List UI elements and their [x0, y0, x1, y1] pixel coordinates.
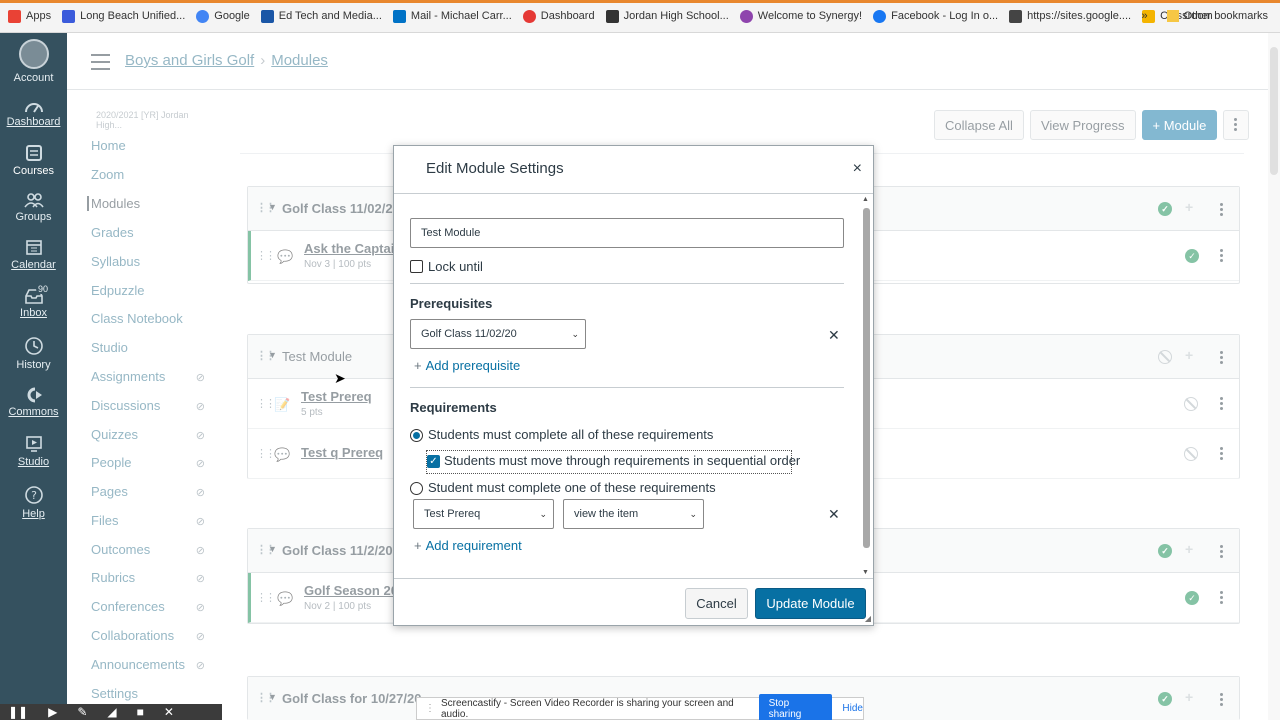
- facebook-icon: [873, 9, 887, 23]
- prerequisite-select-value: Golf Class 11/02/20: [421, 328, 517, 340]
- bookmarks-bar: Apps Long Beach Unified... Google Ed Tec…: [0, 0, 1280, 33]
- bookmark-mail[interactable]: Mail - Michael Carr...: [392, 9, 512, 23]
- dialog-scrollbar[interactable]: ▲ ▼: [860, 196, 872, 576]
- nav-courses[interactable]: Courses: [0, 144, 67, 177]
- nav-commons[interactable]: Commons: [0, 387, 67, 418]
- groups-icon: [23, 193, 44, 208]
- bookmark-google[interactable]: Google: [196, 9, 250, 23]
- dialog-title: Edit Module Settings: [426, 160, 564, 177]
- bookmark-jordan[interactable]: Jordan High School...: [605, 9, 729, 23]
- bookmark-synergy[interactable]: Welcome to Synergy!: [739, 9, 862, 23]
- sites-icon: [1009, 9, 1023, 23]
- complete-all-label: Students must complete all of these requ…: [428, 427, 714, 442]
- screencastify-message: Screencastify - Screen Video Recorder is…: [441, 697, 734, 720]
- cancel-button[interactable]: Cancel: [685, 588, 748, 619]
- plus-icon: +: [414, 358, 422, 373]
- chevron-down-icon: ⌄: [571, 329, 579, 339]
- dialog-footer-divider: [394, 578, 873, 579]
- requirement-type-value: view the item: [574, 508, 639, 520]
- canvas-icon: [522, 9, 536, 23]
- recorder-controls: ❚❚ ▶ ✎ ◢ ■ ✕: [0, 704, 222, 720]
- bookmark-sites[interactable]: https://sites.google....: [1009, 9, 1131, 23]
- camera-icon[interactable]: ■: [137, 705, 144, 719]
- avatar: [18, 39, 49, 69]
- history-clock-icon: [24, 337, 43, 355]
- remove-requirement-close-icon[interactable]: ✕: [828, 506, 840, 523]
- update-module-button[interactable]: Update Module: [755, 588, 866, 619]
- inbox-count-badge: 90: [36, 284, 51, 294]
- dialog-body: Test Module Lock until Prerequisites Gol…: [394, 194, 860, 578]
- edtech-icon: [260, 9, 274, 23]
- google-icon: [196, 9, 210, 23]
- prerequisite-select[interactable]: Golf Class 11/02/20 ⌄: [410, 319, 586, 349]
- courses-book-icon: [25, 145, 42, 161]
- lbusd-icon: [62, 9, 76, 23]
- sequential-order-label: Students must move through requirements …: [444, 453, 801, 468]
- bookmark-dashboard[interactable]: Dashboard: [522, 9, 595, 23]
- prerequisites-heading: Prerequisites: [410, 296, 493, 311]
- dialog-scrollbar-thumb[interactable]: [863, 208, 870, 548]
- synergy-icon: [739, 9, 753, 23]
- chevron-down-icon: ⌄: [539, 509, 547, 519]
- complete-one-label: Student must complete one of these requi…: [428, 480, 716, 495]
- lock-until-checkbox[interactable]: [410, 260, 423, 273]
- pause-icon[interactable]: ❚❚: [8, 705, 28, 719]
- stop-sharing-button[interactable]: Stop sharing: [758, 693, 833, 720]
- chevron-down-icon: ⌄: [689, 509, 697, 519]
- help-icon: ?: [24, 486, 43, 504]
- add-requirement-link[interactable]: + Add requirement: [414, 538, 522, 553]
- section-divider: [410, 283, 844, 284]
- close-recorder-icon[interactable]: ✕: [164, 705, 174, 719]
- nav-help[interactable]: ? Help: [0, 485, 67, 520]
- grip-icon: ⋮: [425, 703, 435, 714]
- commons-icon: [27, 387, 42, 403]
- folder-icon: [1166, 10, 1179, 22]
- add-prerequisite-link[interactable]: + Add prerequisite: [414, 358, 520, 373]
- studio-icon: [25, 436, 42, 452]
- highlight-icon[interactable]: ◢: [107, 705, 116, 719]
- complete-all-radio[interactable]: [410, 429, 423, 442]
- module-name-input[interactable]: Test Module: [410, 218, 844, 248]
- school-icon: [605, 9, 619, 23]
- lock-until-label: Lock until: [428, 259, 483, 274]
- apps-grid-icon: [8, 9, 21, 23]
- nav-calendar[interactable]: Calendar: [0, 238, 67, 271]
- play-icon[interactable]: ▶: [48, 705, 57, 719]
- nav-account[interactable]: Account: [0, 39, 67, 84]
- requirement-item-value: Test Prereq: [424, 508, 481, 520]
- global-nav: Account Dashboard Courses Groups Calenda…: [0, 33, 67, 720]
- svg-text:?: ?: [31, 489, 37, 502]
- bookmark-lbusd[interactable]: Long Beach Unified...: [62, 9, 185, 23]
- screencastify-bar: ⋮ Screencastify - Screen Video Recorder …: [416, 693, 864, 720]
- pen-icon[interactable]: ✎: [77, 705, 87, 719]
- scroll-up-icon[interactable]: ▲: [862, 196, 869, 203]
- mouse-cursor-icon: ➤: [334, 370, 346, 386]
- requirement-item-select[interactable]: Test Prereq ⌄: [413, 499, 554, 529]
- requirements-heading: Requirements: [410, 400, 497, 415]
- other-bookmarks[interactable]: Other bookmarks: [1184, 10, 1268, 22]
- dashboard-icon: [24, 103, 43, 113]
- nav-studio[interactable]: Studio: [0, 435, 67, 468]
- nav-groups[interactable]: Groups: [0, 192, 67, 223]
- bookmark-apps[interactable]: Apps: [8, 9, 51, 23]
- nav-dashboard[interactable]: Dashboard: [0, 99, 67, 128]
- requirement-type-select[interactable]: view the item ⌄: [563, 499, 704, 529]
- complete-one-radio[interactable]: [410, 482, 423, 495]
- plus-icon: +: [414, 538, 422, 553]
- hide-button[interactable]: Hide: [842, 703, 863, 714]
- calendar-icon: [25, 240, 42, 255]
- resize-handle-icon[interactable]: ◢: [865, 614, 871, 623]
- nav-history[interactable]: History: [0, 336, 67, 371]
- sequential-order-checkbox[interactable]: ✓: [427, 455, 440, 468]
- bookmark-facebook[interactable]: Facebook - Log In o...: [873, 9, 998, 23]
- bookmark-edtech[interactable]: Ed Tech and Media...: [260, 9, 382, 23]
- scroll-down-icon[interactable]: ▼: [862, 569, 869, 576]
- close-icon[interactable]: ×: [853, 160, 862, 178]
- remove-prerequisite-close-icon[interactable]: ✕: [828, 327, 840, 344]
- edit-module-dialog: Edit Module Settings × Test Module Lock …: [393, 145, 874, 626]
- more-bookmarks-button[interactable]: »: [1142, 10, 1148, 22]
- section-divider: [410, 387, 844, 388]
- outlook-icon: [392, 9, 406, 23]
- nav-inbox[interactable]: 90 Inbox: [0, 284, 67, 319]
